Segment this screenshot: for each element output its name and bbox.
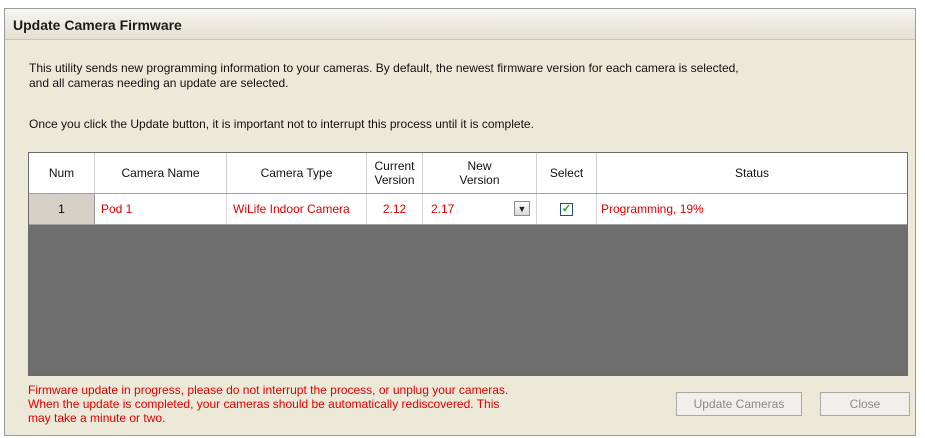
- camera-grid[interactable]: Num Camera Name Camera Type Current Vers…: [28, 152, 908, 376]
- grid-header: Num Camera Name Camera Type Current Vers…: [29, 153, 907, 194]
- row-num: 1: [29, 194, 95, 224]
- intro-line-3: Once you click the Update button, it is …: [29, 117, 534, 131]
- col-select[interactable]: Select: [537, 153, 597, 193]
- col-num[interactable]: Num: [29, 153, 95, 193]
- row-select: ✓: [537, 194, 597, 224]
- update-cameras-button[interactable]: Update Cameras: [676, 392, 802, 416]
- intro-text: This utility sends new programming infor…: [29, 61, 899, 91]
- chevron-down-icon[interactable]: ▼: [514, 201, 530, 216]
- warning-line-3: may take a minute or two.: [28, 411, 166, 425]
- col-status[interactable]: Status: [597, 153, 907, 193]
- row-camera-type: WiLife Indoor Camera: [227, 194, 367, 224]
- intro-line-2: and all cameras needing an update are se…: [29, 76, 289, 90]
- col-camera-type[interactable]: Camera Type: [227, 153, 367, 193]
- new-version-value: 2.17: [431, 202, 455, 216]
- window-title: Update Camera Firmware: [13, 17, 182, 33]
- warning-line-1: Firmware update in progress, please do n…: [28, 383, 509, 397]
- intro-line-1: This utility sends new programming infor…: [29, 61, 739, 75]
- col-current-version[interactable]: Current Version: [367, 153, 423, 193]
- progress-warning: Firmware update in progress, please do n…: [28, 383, 648, 425]
- close-button[interactable]: Close: [820, 392, 910, 416]
- row-camera-name[interactable]: Pod 1: [95, 194, 227, 224]
- row-status: Programming, 19%: [601, 202, 704, 216]
- table-row[interactable]: 1 Pod 1 WiLife Indoor Camera 2.12 2.17 ▼…: [29, 194, 907, 225]
- warning-line-2: When the update is completed, your camer…: [28, 397, 500, 411]
- row-current-version: 2.12: [367, 194, 423, 224]
- select-checkbox[interactable]: ✓: [560, 202, 573, 216]
- col-new-version[interactable]: New Version: [423, 153, 537, 193]
- new-version-select[interactable]: 2.17 ▼: [423, 194, 537, 224]
- col-camera-name[interactable]: Camera Name: [95, 153, 227, 193]
- title-bar: Update Camera Firmware: [5, 9, 915, 40]
